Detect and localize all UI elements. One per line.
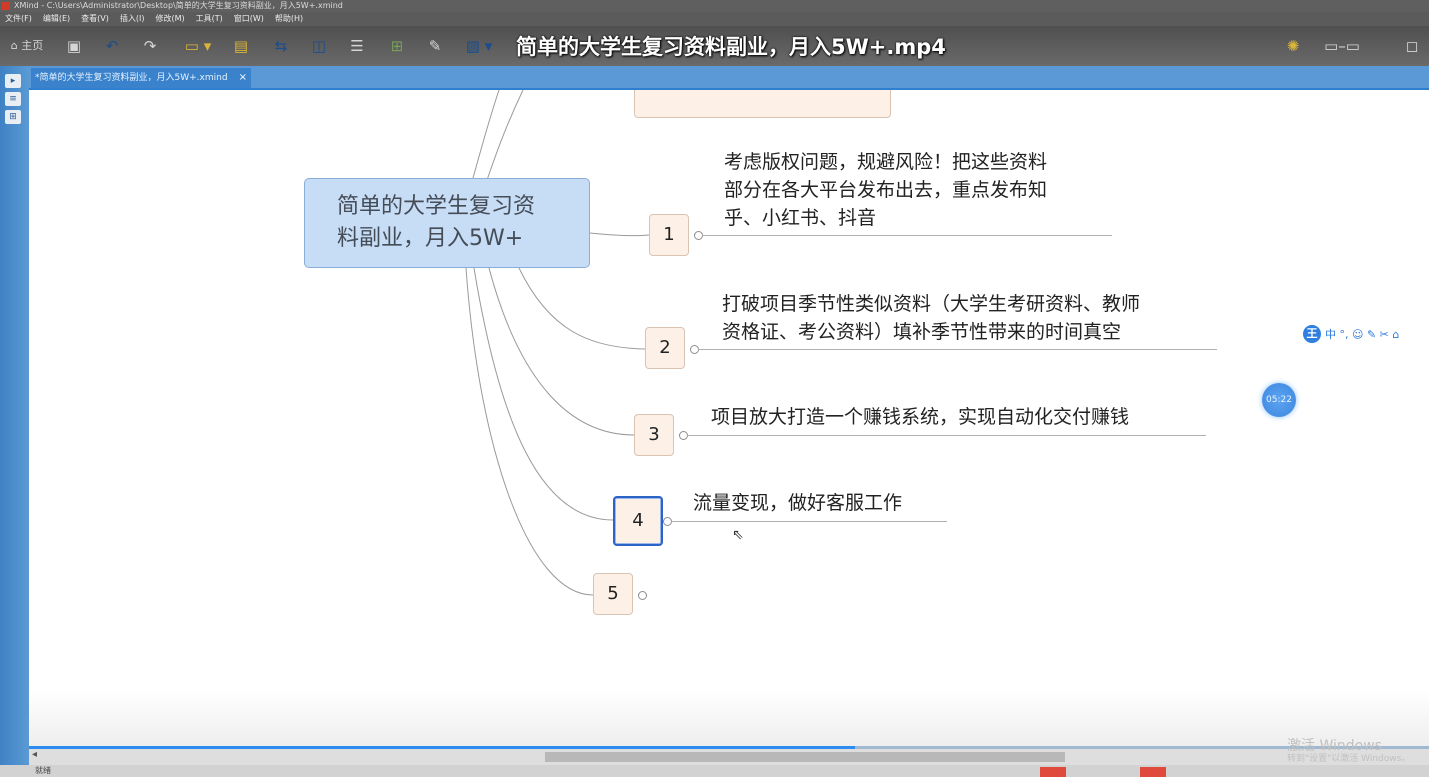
note-icon[interactable]: ✎ (424, 36, 446, 56)
horizontal-scrollbar[interactable]: ◂ (29, 749, 1429, 765)
video-title-overlay: 简单的大学生复习资料副业，月入5W+.mp4 (516, 35, 946, 59)
status-indicator-red (1040, 767, 1066, 777)
subtopic-4-line-1: 流量变现，做好客服工作 (693, 492, 903, 514)
watermark-line-1: 激活 Windows (1287, 738, 1382, 754)
menu-window[interactable]: 窗口(W) (234, 14, 264, 23)
maximize-icon[interactable]: ◻ (1402, 36, 1422, 56)
editor-tab-strip: *简单的大学生复习资料副业，月入5W+.xmind × (29, 66, 1429, 90)
subtopic-1-line-2: 部分在各大平台发布出去，重点发布知 (724, 179, 1048, 201)
window-title-bar: XMind - C:\Users\Administrator\Desktop\简… (0, 0, 1429, 12)
home-button[interactable]: ⌂ 主页 (4, 36, 50, 56)
topic-5[interactable]: 5 (593, 573, 633, 615)
scrollbar-thumb[interactable] (545, 752, 1065, 762)
markers-panel-icon[interactable]: ⊞ (5, 110, 21, 124)
properties-icon[interactable]: ≡ (5, 92, 21, 106)
home-icon: ⌂ (10, 39, 18, 52)
mouse-cursor-icon: ⇖ (732, 527, 744, 543)
topic-partial-above[interactable] (634, 90, 891, 118)
menu-edit[interactable]: 编辑(E) (43, 14, 70, 23)
topic-3[interactable]: 3 (634, 414, 674, 456)
presentation-icon[interactable]: ▭–▭ (1322, 36, 1362, 56)
ime-floating-toolbar[interactable]: 王中 °, ☺ ✎ ✂ ⌂ (1303, 325, 1429, 345)
undo-icon[interactable]: ↶ (102, 36, 122, 56)
left-side-panel: ▸ ≡ ⊞ (0, 66, 29, 777)
boundary-icon[interactable]: ◫ (308, 36, 330, 56)
subtopic-4[interactable]: 流量变现，做好客服工作 (693, 489, 902, 517)
scroll-left-icon[interactable]: ◂ (32, 749, 37, 760)
topic-4-selected[interactable]: 4 (613, 496, 663, 546)
subtopic-3-underline (687, 435, 1206, 436)
subtopic-2-line-2: 资格证、考公资料）填补季节性带来的时间真空 (722, 321, 1122, 343)
subtopic-1-underline (702, 235, 1112, 236)
tab-label: *简单的大学生复习资料副业，月入5W+.xmind (35, 73, 228, 83)
menu-bar: 文件(F) 编辑(E) 查看(V) 插入(I) 修改(M) 工具(T) 窗口(W) 帮助(H) (0, 12, 1429, 26)
status-bar: 就绪 (0, 765, 1429, 777)
menu-file[interactable]: 文件(F) (5, 14, 32, 23)
window-title: XMind - C:\Users\Administrator\Desktop\简… (14, 1, 343, 10)
subtopic-4-underline (671, 521, 947, 522)
relationship-icon[interactable]: ⇆ (270, 36, 292, 56)
menu-help[interactable]: 帮助(H) (275, 14, 303, 23)
menu-view[interactable]: 查看(V) (81, 14, 109, 23)
outline-icon[interactable]: ▸ (5, 74, 21, 88)
windows-activation-watermark: 激活 Windows 转到"设置"以激活 Windows。 (1287, 738, 1410, 764)
expand-toggle-5[interactable] (638, 591, 647, 600)
summary-icon[interactable]: ☰ (346, 36, 368, 56)
ime-logo-icon: 王 (1303, 325, 1321, 343)
topic-2[interactable]: 2 (645, 327, 685, 369)
subtopic-1-line-3: 乎、小红书、抖音 (724, 207, 877, 229)
save-icon[interactable]: ▣ (64, 36, 84, 56)
subtopic-2-line-1: 打破项目季节性类似资料（大学生考研资料、教师 (722, 293, 1141, 315)
central-topic-line-2: 料副业，月入5W+ (337, 226, 524, 251)
status-text: 就绪 (35, 766, 51, 775)
central-topic[interactable]: 简单的大学生复习资 料副业，月入5W+ (304, 178, 590, 268)
callout-icon[interactable]: ▤ (230, 36, 252, 56)
tab-mindmap-file[interactable]: *简单的大学生复习资料副业，月入5W+.xmind × (31, 68, 251, 88)
subtopic-2-underline (698, 349, 1217, 350)
central-topic-line-1: 简单的大学生复习资 (337, 194, 536, 219)
topic-1[interactable]: 1 (649, 214, 689, 256)
ime-toolbar-items[interactable]: 中 °, ☺ ✎ ✂ ⌂ (1325, 328, 1399, 341)
menu-modify[interactable]: 修改(M) (155, 14, 184, 23)
image-icon[interactable]: ▨ ▾ (462, 36, 496, 56)
recording-timer[interactable]: 05:22 (1262, 383, 1296, 417)
mindmap-canvas[interactable]: 简单的大学生复习资 料副业，月入5W+ 1 考虑版权问题，规避风险！把这些资料 … (29, 90, 1429, 746)
lightbulb-icon[interactable]: ✺ (1283, 36, 1303, 56)
subtopic-1-line-1: 考虑版权问题，规避风险！把这些资料 (724, 151, 1048, 173)
topic-style-icon[interactable]: ▭ ▾ (178, 36, 218, 56)
subtopic-3-line-1: 项目放大打造一个赚钱系统，实现自动化交付赚钱 (711, 406, 1130, 428)
xmind-app-icon (2, 2, 10, 10)
redo-icon[interactable]: ↷ (140, 36, 160, 56)
menu-insert[interactable]: 插入(I) (120, 14, 145, 23)
close-tab-icon[interactable]: × (239, 68, 247, 88)
watermark-line-2: 转到"设置"以激活 Windows。 (1287, 754, 1411, 764)
subtopic-2[interactable]: 打破项目季节性类似资料（大学生考研资料、教师 资格证、考公资料）填补季节性带来的… (722, 290, 1140, 346)
marker-icon[interactable]: ⊞ (386, 36, 408, 56)
menu-tools[interactable]: 工具(T) (196, 14, 223, 23)
subtopic-1[interactable]: 考虑版权问题，规避风险！把这些资料 部分在各大平台发布出去，重点发布知 乎、小红… (724, 148, 1047, 232)
status-indicator-red-2 (1140, 767, 1166, 777)
subtopic-3[interactable]: 项目放大打造一个赚钱系统，实现自动化交付赚钱 (711, 403, 1129, 431)
home-label: 主页 (21, 39, 44, 52)
